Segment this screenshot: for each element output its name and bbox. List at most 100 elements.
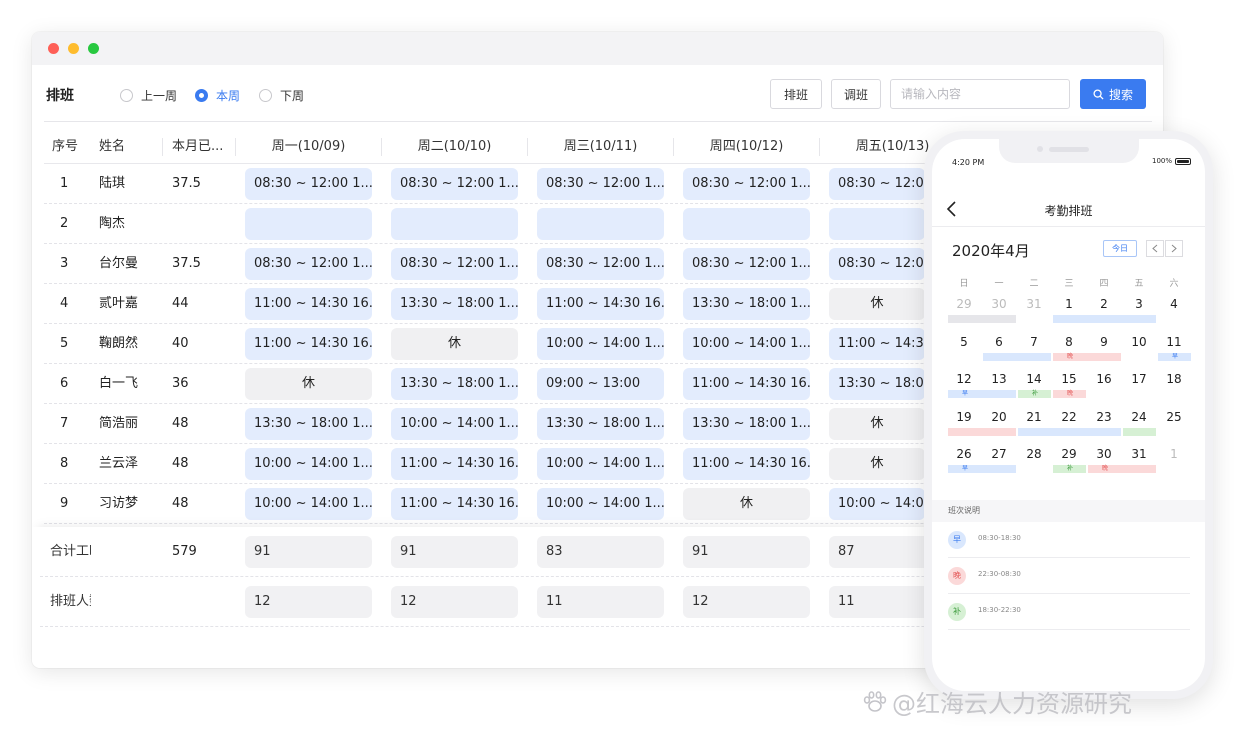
calendar-day[interactable]: 20 <box>982 410 1016 424</box>
shift-cell[interactable]: 08:30 ~ 12:00 1... <box>829 168 925 200</box>
calendar-day[interactable]: 24 <box>1122 410 1156 424</box>
calendar-day[interactable]: 11 <box>1157 335 1191 349</box>
shift-cell[interactable]: 11:00 ~ 14:30 16... <box>683 368 810 400</box>
day-off-cell[interactable]: 休 <box>683 488 810 520</box>
adjust-shift-button[interactable]: 调班 <box>831 79 881 109</box>
shift-cell[interactable]: 08:30 ~ 12:00 1... <box>829 248 925 280</box>
calendar-day[interactable]: 19 <box>947 410 981 424</box>
calendar-day[interactable]: 1 <box>1052 297 1086 311</box>
calendar-day[interactable]: 9 <box>1087 335 1121 349</box>
shift-cell[interactable]: 11:00 ~ 14:30 16... <box>537 288 664 320</box>
shift-cell[interactable] <box>829 208 925 240</box>
radio-next-week[interactable]: 下周 <box>259 87 304 104</box>
shift-cell[interactable]: 11:00 ~ 14:30 16... <box>391 448 518 480</box>
calendar-day[interactable]: 17 <box>1122 372 1156 386</box>
calendar-day[interactable]: 29 <box>947 297 981 311</box>
day-off-cell[interactable]: 休 <box>829 288 925 320</box>
day-off-cell[interactable]: 休 <box>245 368 372 400</box>
monthly-hours: 48 <box>172 496 189 511</box>
shift-cell[interactable]: 11:00 ~ 14:30 16... <box>683 448 810 480</box>
calendar-day[interactable]: 10 <box>1122 335 1156 349</box>
shift-cell[interactable]: 11:00 ~ 14:30 16... <box>245 288 372 320</box>
schedule-button[interactable]: 排班 <box>770 79 822 109</box>
search-input[interactable] <box>890 79 1070 109</box>
shift-cell[interactable]: 10:00 ~ 14:00 1... <box>537 448 664 480</box>
calendar-day[interactable]: 6 <box>982 335 1016 349</box>
calendar-day[interactable]: 30 <box>982 297 1016 311</box>
chevron-right-icon <box>1171 244 1177 253</box>
shift-cell[interactable] <box>391 208 518 240</box>
calendar-day[interactable]: 16 <box>1087 372 1121 386</box>
close-window-button[interactable] <box>48 43 59 54</box>
shift-cell[interactable] <box>245 208 372 240</box>
maximize-window-button[interactable] <box>88 43 99 54</box>
shift-cell[interactable]: 08:30 ~ 12:00 1... <box>391 248 518 280</box>
day-off-cell[interactable]: 休 <box>829 448 925 480</box>
shift-cell[interactable]: 10:00 ~ 14:00 1... <box>391 408 518 440</box>
shift-cell[interactable] <box>537 208 664 240</box>
shift-cell[interactable]: 11:00 ~ 14:30 1 <box>829 328 925 360</box>
shift-cell[interactable] <box>683 208 810 240</box>
shift-cell[interactable]: 13:30 ~ 18:00 1 <box>829 368 925 400</box>
window-titlebar <box>32 32 1163 65</box>
radio-prev-week[interactable]: 上一周 <box>120 87 177 104</box>
calendar-day[interactable]: 30 <box>1087 447 1121 461</box>
calendar-day[interactable]: 3 <box>1122 297 1156 311</box>
shift-cell[interactable]: 10:00 ~ 14:00 1... <box>683 328 810 360</box>
calendar-day[interactable]: 13 <box>982 372 1016 386</box>
minimize-window-button[interactable] <box>68 43 79 54</box>
shift-cell[interactable]: 13:30 ~ 18:00 1... <box>683 408 810 440</box>
calendar-day[interactable]: 14 <box>1017 372 1051 386</box>
calendar-day[interactable]: 18 <box>1157 372 1191 386</box>
shift-legend-header: 班次说明 <box>932 500 1205 522</box>
calendar-day[interactable]: 29 <box>1052 447 1086 461</box>
prev-month-button[interactable] <box>1146 240 1164 257</box>
shift-cell[interactable]: 08:30 ~ 12:00 1... <box>537 168 664 200</box>
calendar-day[interactable]: 31 <box>1122 447 1156 461</box>
calendar-day[interactable]: 15 <box>1052 372 1086 386</box>
radio-this-week[interactable]: 本周 <box>195 87 240 104</box>
calendar-day[interactable]: 23 <box>1087 410 1121 424</box>
calendar-day[interactable]: 31 <box>1017 297 1051 311</box>
day-off-cell[interactable]: 休 <box>829 408 925 440</box>
calendar-day[interactable]: 27 <box>982 447 1016 461</box>
shift-cell[interactable]: 10:00 ~ 14:00 1... <box>245 448 372 480</box>
calendar-day[interactable]: 28 <box>1017 447 1051 461</box>
calendar-day[interactable]: 7 <box>1017 335 1051 349</box>
calendar-day[interactable]: 21 <box>1017 410 1051 424</box>
day-off-cell[interactable]: 休 <box>391 328 518 360</box>
shift-cell[interactable]: 13:30 ~ 18:00 1... <box>391 368 518 400</box>
shift-cell[interactable]: 10:00 ~ 14:00 1... <box>537 488 664 520</box>
shift-cell[interactable]: 13:30 ~ 18:00 1... <box>537 408 664 440</box>
calendar-day[interactable]: 1 <box>1157 447 1191 461</box>
shift-cell[interactable]: 08:30 ~ 12:00 1... <box>683 248 810 280</box>
shift-cell[interactable]: 08:30 ~ 12:00 1... <box>391 168 518 200</box>
shift-cell[interactable]: 08:30 ~ 12:00 1... <box>245 248 372 280</box>
row-index: 1 <box>60 176 69 191</box>
calendar-day[interactable]: 5 <box>947 335 981 349</box>
col-name-header: 姓名 <box>99 139 126 154</box>
shift-cell[interactable]: 10:00 ~ 14:00 1 <box>829 488 925 520</box>
summary-cell: 91 <box>245 536 372 568</box>
calendar-day[interactable]: 2 <box>1087 297 1121 311</box>
calendar-day[interactable]: 12 <box>947 372 981 386</box>
shift-cell[interactable]: 11:00 ~ 14:30 16... <box>391 488 518 520</box>
calendar-day[interactable]: 22 <box>1052 410 1086 424</box>
shift-cell[interactable]: 09:00 ~ 13:00 <box>537 368 664 400</box>
search-button[interactable]: 搜索 <box>1080 79 1146 109</box>
shift-cell[interactable]: 13:30 ~ 18:00 1... <box>245 408 372 440</box>
calendar-day[interactable]: 4 <box>1157 297 1191 311</box>
shift-cell[interactable]: 13:30 ~ 18:00 1... <box>391 288 518 320</box>
next-month-button[interactable] <box>1165 240 1183 257</box>
shift-cell[interactable]: 08:30 ~ 12:00 1... <box>683 168 810 200</box>
shift-cell[interactable]: 08:30 ~ 12:00 1... <box>245 168 372 200</box>
shift-cell[interactable]: 13:30 ~ 18:00 1... <box>683 288 810 320</box>
shift-cell[interactable]: 11:00 ~ 14:30 16... <box>245 328 372 360</box>
calendar-day[interactable]: 8 <box>1052 335 1086 349</box>
shift-cell[interactable]: 10:00 ~ 14:00 1... <box>245 488 372 520</box>
today-button[interactable]: 今日 <box>1103 240 1137 257</box>
shift-cell[interactable]: 10:00 ~ 14:00 1... <box>537 328 664 360</box>
calendar-day[interactable]: 25 <box>1157 410 1191 424</box>
calendar-day[interactable]: 26 <box>947 447 981 461</box>
shift-cell[interactable]: 08:30 ~ 12:00 1... <box>537 248 664 280</box>
